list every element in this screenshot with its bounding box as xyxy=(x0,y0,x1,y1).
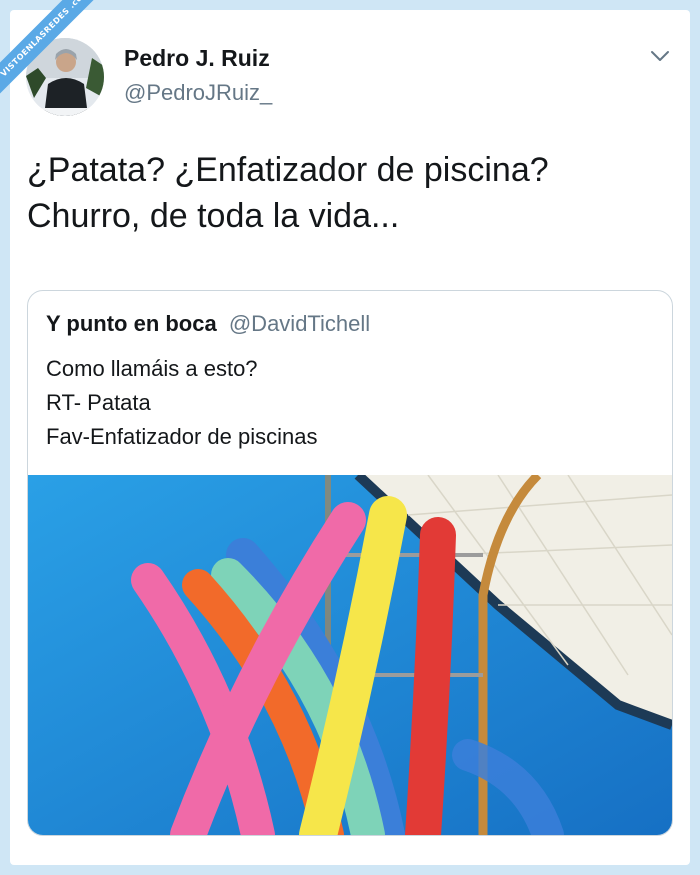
quoted-author-handle[interactable]: @DavidTichell xyxy=(229,311,370,336)
quoted-author-name[interactable]: Y punto en boca xyxy=(46,311,217,336)
quoted-tweet-header: Y punto en boca @DavidTichell xyxy=(46,311,370,337)
quoted-tweet[interactable]: Y punto en boca @DavidTichell Como llamá… xyxy=(27,290,673,836)
tweet-text: ¿Patata? ¿Enfatizador de piscina? Churro… xyxy=(27,151,549,235)
pool-noodles-photo xyxy=(28,471,672,835)
author-handle[interactable]: @PedroJRuiz_ xyxy=(124,80,272,106)
author-name[interactable]: Pedro J. Ruiz xyxy=(124,45,270,72)
quoted-tweet-photo[interactable] xyxy=(28,471,672,835)
quoted-tweet-text: Como llamáis a esto? RT- Patata Fav-Enfa… xyxy=(46,356,318,449)
chevron-down-icon[interactable] xyxy=(648,44,672,68)
